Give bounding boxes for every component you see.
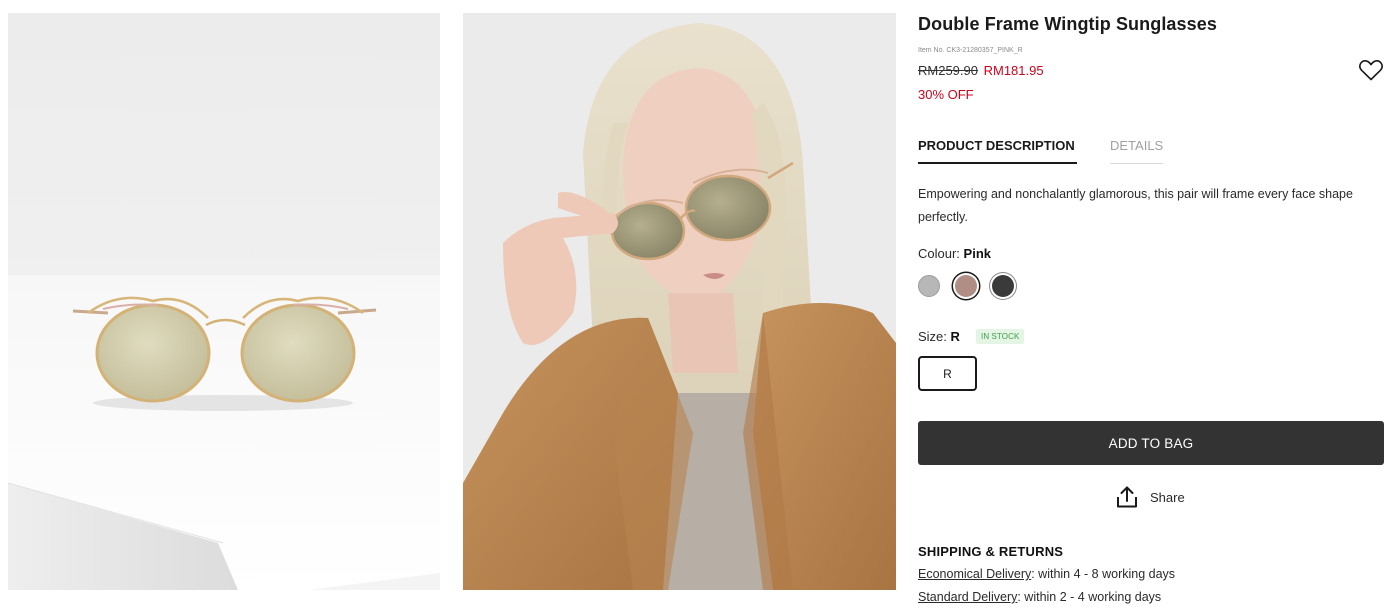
share-icon <box>1117 486 1137 508</box>
price-row: RM259.90 RM181.95 <box>918 63 1044 78</box>
product-image-still[interactable] <box>8 13 440 590</box>
colour-swatch-pink[interactable] <box>955 275 977 297</box>
product-description: Empowering and nonchalantly glamorous, t… <box>918 187 1353 224</box>
size-option-r[interactable]: R <box>918 356 977 391</box>
product-image-model[interactable] <box>463 13 896 590</box>
standard-delivery-link[interactable]: Standard Delivery <box>918 590 1017 604</box>
size-selected-value: R <box>950 329 960 344</box>
economical-delivery-link[interactable]: Economical Delivery <box>918 567 1031 581</box>
add-to-bag-button[interactable]: ADD TO BAG <box>918 421 1384 465</box>
wishlist-button[interactable] <box>1358 58 1384 82</box>
sale-price: RM181.95 <box>983 63 1044 78</box>
sunglasses-still-photo <box>8 13 440 590</box>
economical-delivery-text: : within 4 - 8 working days <box>1031 567 1176 581</box>
product-title: Double Frame Wingtip Sunglasses <box>918 14 1217 34</box>
discount-label: 30% OFF <box>918 87 974 102</box>
product-info-panel: Double Frame Wingtip Sunglasses Item No.… <box>918 0 1384 610</box>
shipping-returns-heading: SHIPPING & RETURNS <box>918 544 1064 559</box>
heart-icon <box>1359 60 1383 81</box>
colour-swatch-black[interactable] <box>992 275 1014 297</box>
colour-label: Colour: Pink <box>918 246 991 261</box>
colour-swatch-silver[interactable] <box>918 275 940 297</box>
size-label-text: Size: <box>918 329 947 344</box>
standard-delivery-text: : within 2 - 4 working days <box>1017 590 1162 604</box>
stock-badge: IN STOCK <box>976 329 1025 344</box>
shipping-line-economical: Economical Delivery: within 4 - 8 workin… <box>918 567 1175 581</box>
model-wearing-sunglasses-photo <box>463 13 896 590</box>
colour-label-text: Colour: <box>918 246 960 261</box>
original-price: RM259.90 <box>918 63 978 78</box>
colour-selected-value: Pink <box>963 246 992 261</box>
shipping-line-standard: Standard Delivery: within 2 - 4 working … <box>918 590 1161 604</box>
share-button[interactable]: Share <box>1116 484 1185 510</box>
size-label: Size: R <box>918 329 960 344</box>
item-number: Item No. CK3-21280357_PINK_R <box>918 47 1023 54</box>
share-label: Share <box>1150 489 1185 505</box>
tab-details[interactable]: DETAILS <box>1110 138 1164 164</box>
tab-product-description[interactable]: PRODUCT DESCRIPTION <box>918 138 1077 164</box>
product-tabs: PRODUCT DESCRIPTION DETAILS <box>918 138 1384 164</box>
